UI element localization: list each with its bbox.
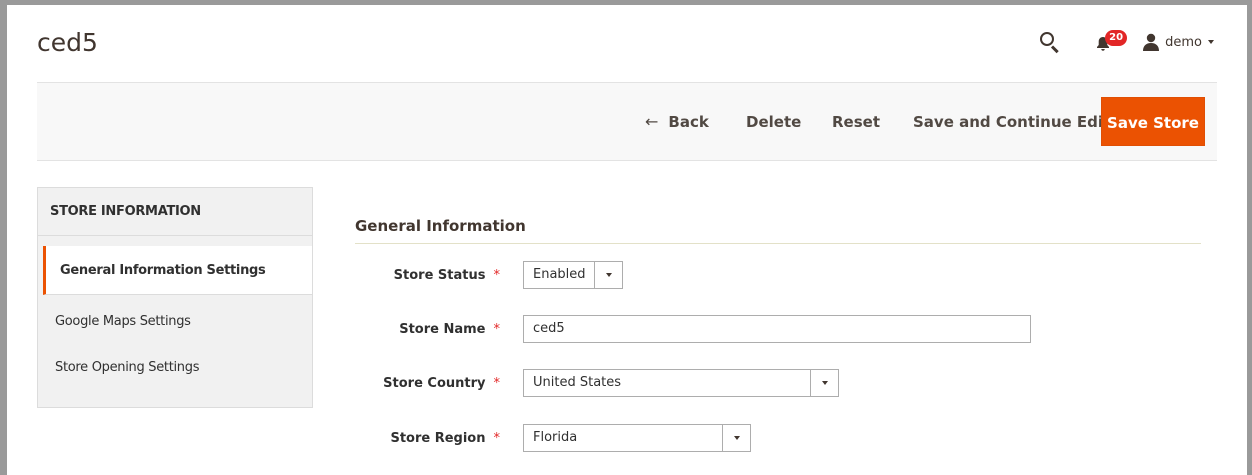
user-icon <box>1143 33 1160 51</box>
store-name-value: ced5 <box>533 321 565 336</box>
chevron-down-icon <box>722 425 750 451</box>
store-status-label: Store Status * <box>394 268 500 283</box>
store-status-value: Enabled <box>533 267 586 282</box>
section-divider <box>355 243 1201 244</box>
window-frame-top <box>0 0 1252 5</box>
sidebar-title: STORE INFORMATION <box>38 188 312 236</box>
save-store-button[interactable]: Save Store <box>1101 97 1205 146</box>
store-region-value: Florida <box>533 430 578 445</box>
required-marker: * <box>493 322 501 337</box>
store-status-select[interactable]: Enabled <box>523 261 623 289</box>
chevron-down-icon <box>810 370 838 396</box>
user-menu[interactable]: demo <box>1143 33 1214 51</box>
store-name-label-text: Store Name <box>399 322 486 337</box>
store-country-label-text: Store Country <box>383 376 486 391</box>
store-region-label-text: Store Region <box>390 431 486 446</box>
store-country-select[interactable]: United States <box>523 369 839 397</box>
section-title: General Information <box>355 217 526 235</box>
sidebar-item-google-maps[interactable]: Google Maps Settings <box>38 295 312 343</box>
store-region-select[interactable]: Florida <box>523 424 751 452</box>
window-frame-left <box>0 0 7 475</box>
chevron-down-icon <box>594 262 622 288</box>
back-button-label: Back <box>668 113 709 131</box>
back-button[interactable]: ← Back <box>645 97 709 147</box>
required-marker: * <box>493 376 501 391</box>
save-and-continue-button[interactable]: Save and Continue Edit <box>913 97 1110 147</box>
notification-count-badge: 20 <box>1105 30 1128 46</box>
reset-button[interactable]: Reset <box>832 97 880 147</box>
store-country-value: United States <box>533 375 622 390</box>
notifications-button[interactable]: 20 <box>1095 30 1131 54</box>
store-name-label: Store Name * <box>399 322 500 337</box>
store-country-label: Store Country * <box>383 376 500 391</box>
required-marker: * <box>493 268 501 283</box>
page-title: ced5 <box>37 28 98 57</box>
delete-button[interactable]: Delete <box>746 97 801 147</box>
header-actions: 20 demo <box>1039 28 1214 56</box>
store-name-input[interactable]: ced5 <box>523 315 1031 343</box>
window-frame-right <box>1247 0 1252 475</box>
chevron-down-icon <box>1208 40 1214 44</box>
store-status-label-text: Store Status <box>393 268 486 283</box>
store-region-label: Store Region * <box>390 431 500 446</box>
search-icon[interactable] <box>1039 31 1061 54</box>
back-arrow-icon: ← <box>645 112 659 131</box>
store-information-sidebar: STORE INFORMATION General Information Se… <box>37 187 313 408</box>
sidebar-item-store-opening[interactable]: Store Opening Settings <box>38 343 312 392</box>
user-name: demo <box>1165 34 1202 50</box>
sidebar-item-general-information[interactable]: General Information Settings <box>43 246 312 295</box>
required-marker: * <box>493 431 501 446</box>
page-actions-toolbar: ← Back Delete Reset Save and Continue Ed… <box>37 82 1217 161</box>
